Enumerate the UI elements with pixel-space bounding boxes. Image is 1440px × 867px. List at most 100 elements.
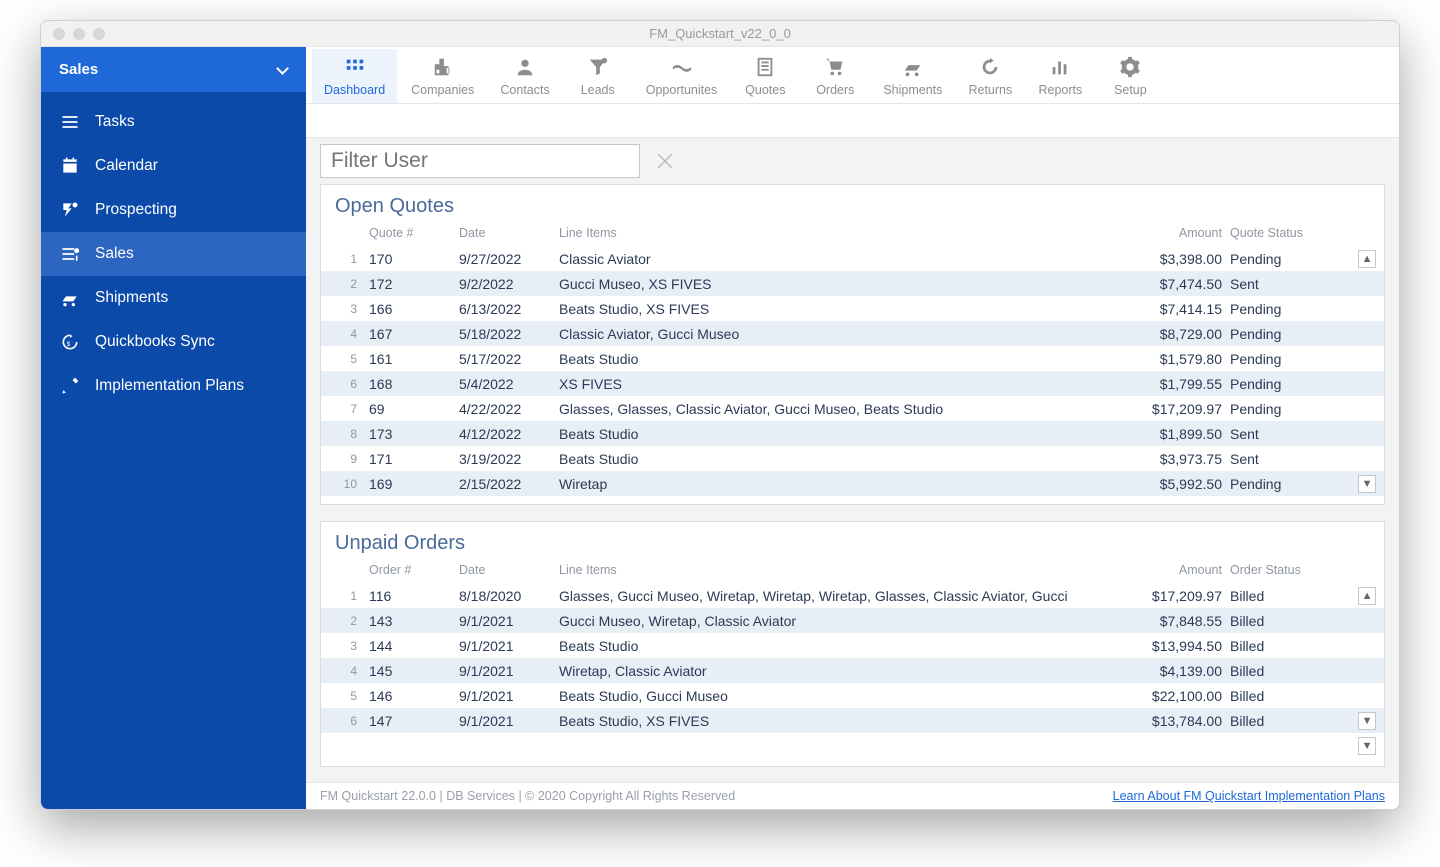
toolbar-reports[interactable]: Reports: [1026, 49, 1094, 103]
row-items: Beats Studio, XS FIVES: [555, 301, 1116, 317]
row-date: 9/1/2021: [455, 638, 555, 654]
table-row[interactable]: 51469/1/2021Beats Studio, Gucci Museo$22…: [321, 683, 1384, 708]
table-row[interactable]: 11709/27/2022Classic Aviator$3,398.00Pen…: [321, 246, 1384, 271]
close-dot[interactable]: [53, 28, 65, 40]
table-row[interactable]: 41675/18/2022Classic Aviator, Gucci Muse…: [321, 321, 1384, 346]
table-row[interactable]: 101692/15/2022Wiretap$5,992.50Pending▼: [321, 471, 1384, 496]
toolbar-dashboard[interactable]: Dashboard: [312, 49, 397, 103]
row-status: Pending: [1226, 351, 1346, 367]
nav-icon: [59, 288, 81, 308]
sidebar-item-calendar[interactable]: Calendar: [41, 144, 306, 188]
toolbar-icon: [432, 55, 454, 79]
filter-user-input[interactable]: [320, 144, 640, 178]
toolbar-setup[interactable]: Setup: [1096, 49, 1164, 103]
sidebar-item-implementation-plans[interactable]: Implementation Plans: [41, 364, 306, 408]
toolbar-shipments[interactable]: Shipments: [871, 49, 954, 103]
scroll-down-button[interactable]: ▼: [1358, 475, 1376, 493]
table-row-spacer: ▼: [321, 733, 1384, 758]
nav-icon: [59, 156, 81, 176]
row-status: Billed: [1226, 638, 1346, 654]
row-date: 9/1/2021: [455, 613, 555, 629]
nav-icon: [59, 200, 81, 220]
row-id: 145: [365, 663, 455, 679]
toolbar-opportunites[interactable]: Opportunites: [634, 49, 730, 103]
table-row[interactable]: 21439/1/2021Gucci Museo, Wiretap, Classi…: [321, 608, 1384, 633]
row-items: Beats Studio: [555, 426, 1116, 442]
zoom-dot[interactable]: [93, 28, 105, 40]
scroll-up-button[interactable]: ▲: [1358, 250, 1376, 268]
table-row[interactable]: 51615/17/2022Beats Studio$1,579.80Pendin…: [321, 346, 1384, 371]
row-id: 161: [365, 351, 455, 367]
toolbar-companies[interactable]: Companies: [399, 49, 486, 103]
toolbar-orders[interactable]: Orders: [801, 49, 869, 103]
row-id: 169: [365, 476, 455, 492]
sidebar-item-sales[interactable]: Sales: [41, 232, 306, 276]
app-window: FM_Quickstart_v22_0_0 Sales TasksCalenda…: [40, 20, 1400, 810]
row-index: 1: [329, 589, 365, 603]
row-status: Pending: [1226, 301, 1346, 317]
row-items: Classic Aviator: [555, 251, 1116, 267]
toolbar-icon: [344, 55, 366, 79]
toolbar-contacts[interactable]: Contacts: [488, 49, 561, 103]
sidebar-item-shipments[interactable]: Shipments: [41, 276, 306, 320]
row-items: Wiretap, Classic Aviator: [555, 663, 1116, 679]
clear-filter-button[interactable]: [648, 144, 682, 178]
toolbar-label: Orders: [816, 83, 854, 97]
table-row[interactable]: 61685/4/2022XS FIVES$1,799.55Pending: [321, 371, 1384, 396]
unpaid-orders-panel: Unpaid Orders Order # Date Line Items Am…: [320, 521, 1385, 767]
footer-link[interactable]: Learn About FM Quickstart Implementation…: [1113, 789, 1385, 803]
toolbar-label: Returns: [968, 83, 1012, 97]
scroll-up-button[interactable]: ▲: [1358, 587, 1376, 605]
table-row[interactable]: 31449/1/2021Beats Studio$13,994.50Billed: [321, 633, 1384, 658]
minimize-dot[interactable]: [73, 28, 85, 40]
traffic-lights: [41, 28, 105, 40]
row-status: Billed: [1226, 663, 1346, 679]
table-row[interactable]: 41459/1/2021Wiretap, Classic Aviator$4,1…: [321, 658, 1384, 683]
row-status: Billed: [1226, 688, 1346, 704]
row-items: Glasses, Glasses, Classic Aviator, Gucci…: [555, 401, 1116, 417]
row-amount: $7,848.55: [1116, 613, 1226, 629]
row-date: 9/27/2022: [455, 251, 555, 267]
toolbar-quotes[interactable]: Quotes: [731, 49, 799, 103]
scroll-down-button[interactable]: ▼: [1358, 737, 1376, 755]
row-status: Billed: [1226, 588, 1346, 604]
table-row[interactable]: 31666/13/2022Beats Studio, XS FIVES$7,41…: [321, 296, 1384, 321]
row-id: 166: [365, 301, 455, 317]
chevron-down-icon: [276, 64, 288, 76]
row-items: Wiretap: [555, 476, 1116, 492]
row-date: 5/17/2022: [455, 351, 555, 367]
row-id: 116: [365, 588, 455, 604]
row-status: Billed: [1226, 713, 1346, 729]
row-date: 9/1/2021: [455, 663, 555, 679]
toolbar-label: Leads: [581, 83, 615, 97]
toolbar-returns[interactable]: Returns: [956, 49, 1024, 103]
scroll-down-button[interactable]: ▼: [1358, 712, 1376, 730]
sidebar-item-quickbooks-sync[interactable]: $Quickbooks Sync: [41, 320, 306, 364]
row-amount: $7,474.50: [1116, 276, 1226, 292]
table-row[interactable]: 7694/22/2022Glasses, Glasses, Classic Av…: [321, 396, 1384, 421]
table-row[interactable]: 61479/1/2021Beats Studio, XS FIVES$13,78…: [321, 708, 1384, 733]
row-index: 5: [329, 352, 365, 366]
row-items: Beats Studio, XS FIVES: [555, 713, 1116, 729]
row-index: 6: [329, 714, 365, 728]
table-row[interactable]: 91713/19/2022Beats Studio$3,973.75Sent: [321, 446, 1384, 471]
sidebar-module-selector[interactable]: Sales: [41, 47, 306, 92]
toolbar-spacer: [306, 104, 1399, 138]
toolbar-icon: [671, 55, 693, 79]
table-row[interactable]: 21729/2/2022Gucci Museo, XS FIVES$7,474.…: [321, 271, 1384, 296]
table-row[interactable]: 81734/12/2022Beats Studio$1,899.50Sent: [321, 421, 1384, 446]
sidebar-item-tasks[interactable]: Tasks: [41, 100, 306, 144]
row-amount: $13,994.50: [1116, 638, 1226, 654]
toolbar-leads[interactable]: Leads: [564, 49, 632, 103]
row-status: Pending: [1226, 326, 1346, 342]
row-id: 69: [365, 401, 455, 417]
row-amount: $1,579.80: [1116, 351, 1226, 367]
table-row[interactable]: 11168/18/2020Glasses, Gucci Museo, Wiret…: [321, 583, 1384, 608]
row-amount: $5,992.50: [1116, 476, 1226, 492]
row-amount: $4,139.00: [1116, 663, 1226, 679]
top-toolbar: DashboardCompaniesContacts Leads Opportuni…: [306, 47, 1399, 104]
sidebar-item-prospecting[interactable]: Prospecting: [41, 188, 306, 232]
toolbar-icon: [902, 55, 924, 79]
row-id: 170: [365, 251, 455, 267]
row-date: 4/12/2022: [455, 426, 555, 442]
